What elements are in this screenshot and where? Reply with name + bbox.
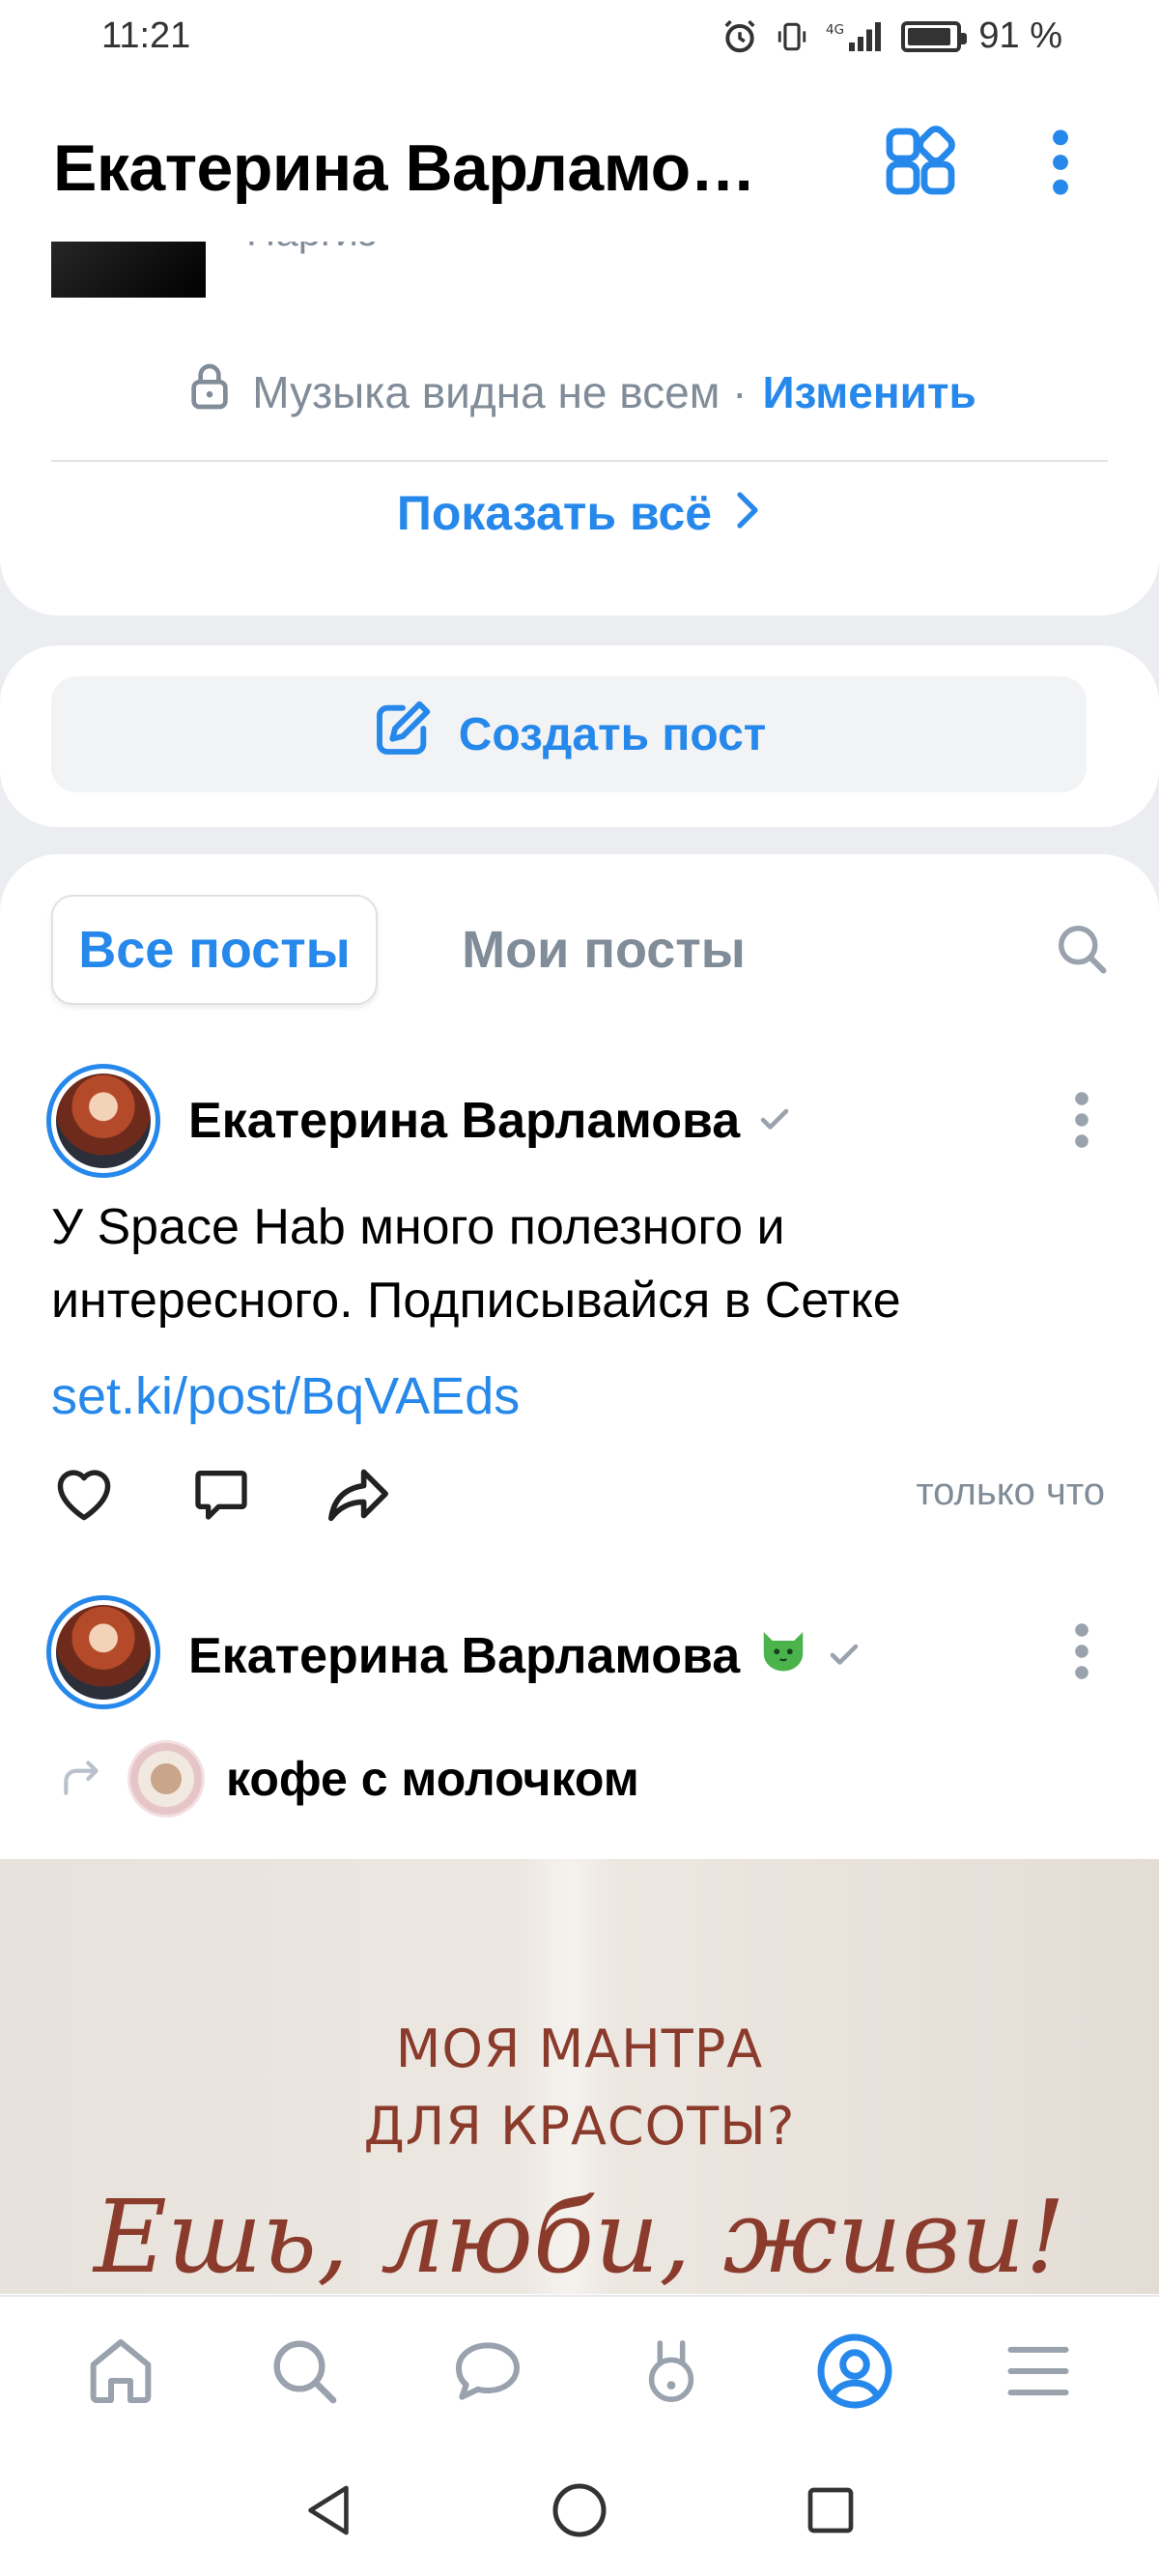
tab-my-posts[interactable]: Мои посты: [435, 895, 773, 1005]
app-root: 11:21 4G 91 % Наргиз Музыка видна не все…: [0, 0, 1159, 2576]
more-vertical-icon: [1072, 1090, 1091, 1155]
comment-icon: [190, 1463, 252, 1530]
tab-all-posts[interactable]: Все посты: [51, 895, 378, 1005]
battery-percent: 91 %: [978, 15, 1062, 56]
post-actions: [51, 1463, 391, 1529]
chevron-right-icon: [733, 485, 762, 541]
wall-feed: Все посты Мои посты Екатерина Варламова: [0, 854, 1159, 2304]
search-icon: [266, 2333, 343, 2415]
image-text: Ешь, люби, живи!: [93, 2178, 1066, 2294]
comment-button[interactable]: [188, 1463, 254, 1529]
grid-icon: [882, 124, 959, 206]
show-all-label: Показать всё: [396, 486, 713, 540]
music-card: Наргиз Музыка видна не всем · Изменить П…: [0, 193, 1159, 615]
system-home-button[interactable]: [536, 2470, 623, 2557]
system-back-button[interactable]: [285, 2470, 372, 2557]
more-vertical-icon: [1072, 1621, 1091, 1686]
header: Екатерина Варламо…: [0, 72, 1159, 242]
repost-avatar: [127, 1740, 205, 1818]
page-title: Екатерина Варламо…: [53, 131, 756, 205]
avatar-image: [56, 1605, 151, 1700]
nav-messages[interactable]: [430, 2315, 546, 2431]
bottom-nav: [0, 2295, 1159, 2449]
profile-icon: [814, 2331, 895, 2417]
back-triangle-icon: [301, 2481, 355, 2544]
header-more-button[interactable]: [1012, 116, 1109, 213]
post-text-line: интересного. Подписывайся в Сетке: [51, 1273, 901, 1329]
search-icon: [1053, 920, 1111, 983]
divider: [51, 460, 1108, 462]
repost-arrow-icon: [58, 1753, 106, 1806]
repost-source-name: кофе с молочком: [226, 1752, 639, 1806]
menu-icon: [1002, 2337, 1075, 2410]
messages-icon: [447, 2333, 528, 2415]
post-text: У Space Hab много полезного и интересног…: [51, 1190, 1114, 1337]
system-recents-button[interactable]: [787, 2470, 874, 2557]
verified-icon: [757, 1092, 792, 1150]
post-more-button[interactable]: [1053, 1078, 1111, 1165]
battery-fill: [908, 27, 951, 45]
share-button[interactable]: [325, 1463, 391, 1529]
create-post-card: Создать пост: [0, 645, 1159, 827]
post-author-name: Екатерина Варламова: [188, 1627, 741, 1684]
home-circle-icon: [551, 2481, 608, 2544]
avatar-image: [56, 1073, 151, 1168]
avatar[interactable]: [46, 1595, 160, 1709]
qr-grid-button[interactable]: [872, 116, 969, 213]
music-privacy-row: Музыка видна не всем · Изменить: [0, 359, 1159, 424]
post-author-name: Екатерина Варламова: [188, 1093, 741, 1149]
heart-icon: [52, 1465, 116, 1528]
post-text-line: У Space Hab много полезного и: [51, 1199, 785, 1255]
nav-clips[interactable]: [613, 2315, 729, 2431]
recents-square-icon: [804, 2483, 858, 2542]
status-icons: 4G 91 %: [721, 15, 1062, 57]
system-nav-bar: [0, 2449, 1159, 2576]
status-bar: 11:21 4G 91 %: [0, 0, 1159, 72]
repost-source[interactable]: кофе с молочком: [58, 1740, 639, 1818]
music-privacy-text: Музыка видна не всем ·: [252, 366, 748, 417]
post-more-button[interactable]: [1053, 1610, 1111, 1697]
post-author[interactable]: Екатерина Варламова: [188, 1623, 862, 1688]
lock-icon: [183, 359, 237, 424]
change-privacy-link[interactable]: Изменить: [762, 366, 975, 418]
cat-emoji-icon: [757, 1623, 809, 1688]
create-post-label: Создать пост: [458, 708, 767, 760]
vibrate-icon: [776, 18, 808, 55]
verified-icon: [827, 1627, 862, 1685]
feed-search-button[interactable]: [1043, 912, 1120, 989]
post-link[interactable]: set.ki/post/BqVAEds: [51, 1366, 520, 1426]
signal-icon: 4G: [826, 18, 884, 55]
svg-text:4G: 4G: [826, 22, 844, 38]
image-text: МОЯ МАНТРА: [395, 2018, 764, 2079]
post-author[interactable]: Екатерина Варламова: [188, 1092, 792, 1150]
create-post-button[interactable]: Создать пост: [51, 676, 1087, 792]
nav-home[interactable]: [63, 2315, 179, 2431]
status-time: 11:21: [101, 15, 191, 56]
share-icon: [325, 1464, 391, 1529]
alarm-icon: [721, 18, 758, 55]
show-all-button[interactable]: Показать всё: [0, 485, 1159, 541]
image-text: ДЛЯ КРАСОТЫ?: [363, 2096, 796, 2157]
clips-icon: [637, 2333, 705, 2415]
battery-icon: [901, 20, 968, 52]
nav-profile[interactable]: [797, 2315, 913, 2431]
post-image[interactable]: МОЯ МАНТРА ДЛЯ КРАСОТЫ? Ешь, люби, живи!: [0, 1859, 1159, 2294]
edit-icon: [372, 698, 434, 771]
nav-search[interactable]: [246, 2315, 362, 2431]
like-button[interactable]: [51, 1463, 117, 1529]
post-time: только что: [916, 1471, 1105, 1513]
more-vertical-icon: [1049, 129, 1072, 201]
avatar[interactable]: [46, 1064, 160, 1178]
nav-menu[interactable]: [980, 2315, 1096, 2431]
home-icon: [82, 2333, 159, 2415]
